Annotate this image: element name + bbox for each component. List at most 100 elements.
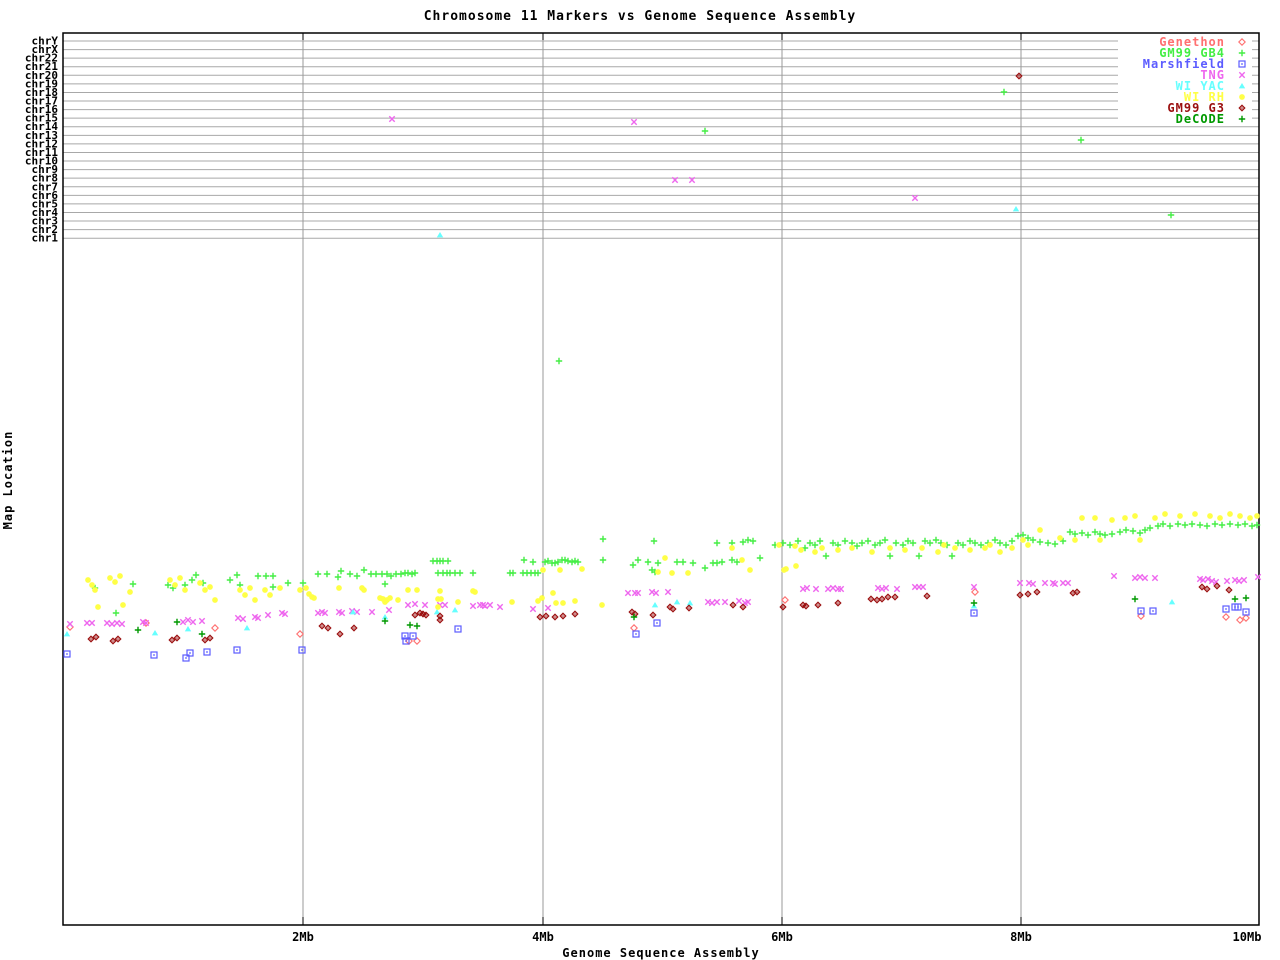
point-dot (1245, 611, 1247, 613)
data-point (1242, 614, 1250, 622)
data-point (455, 599, 461, 605)
point-dot (1228, 589, 1230, 591)
data-point (1188, 520, 1196, 528)
point-dot (425, 614, 427, 616)
point-dot (887, 596, 889, 598)
data-point (952, 545, 958, 551)
data-point (794, 537, 802, 545)
point-dot (1076, 591, 1078, 593)
data-point (167, 577, 173, 583)
data-point (812, 549, 818, 555)
data-point (395, 597, 401, 603)
data-point (129, 580, 137, 588)
data-point (134, 626, 142, 634)
data-point (1242, 594, 1250, 602)
data-point (892, 539, 900, 547)
data-point (1012, 206, 1020, 212)
data-point (1226, 520, 1234, 528)
data-point (669, 570, 675, 576)
data-point (277, 585, 283, 591)
point-dot (1201, 586, 1203, 588)
data-point (1238, 115, 1246, 122)
legend-label: DeCODE (1175, 111, 1225, 126)
data-point (197, 580, 203, 586)
data-point (252, 597, 258, 603)
x-tick-label: 4Mb (532, 930, 554, 944)
data-point (824, 585, 832, 593)
point-dot (185, 657, 187, 659)
data-point (574, 558, 582, 566)
data-point (337, 567, 345, 575)
data-point (919, 545, 925, 551)
data-point (654, 559, 662, 567)
data-point (1008, 537, 1016, 545)
data-point (540, 567, 546, 573)
x-tick-label: 2Mb (292, 930, 314, 944)
point-dot (1241, 62, 1243, 65)
data-point (858, 539, 866, 547)
data-point (1131, 574, 1139, 582)
data-point (441, 601, 449, 609)
data-point (234, 614, 242, 622)
point-dot (153, 654, 155, 656)
data-point (1222, 613, 1230, 621)
data-point (92, 587, 98, 593)
data-point (634, 556, 642, 564)
series-tng (66, 115, 1262, 628)
data-point (550, 590, 556, 596)
data-point (509, 599, 515, 605)
point-dot (236, 649, 238, 651)
point-dot (1152, 610, 1154, 612)
data-point (869, 549, 875, 555)
data-point (970, 599, 978, 607)
data-point (996, 539, 1004, 547)
data-point (360, 566, 368, 574)
data-point (436, 232, 444, 238)
data-point (303, 585, 309, 591)
data-point (284, 579, 292, 587)
point-dot (206, 651, 208, 653)
data-point (262, 587, 268, 593)
data-point (1108, 530, 1116, 538)
data-point (269, 583, 277, 591)
data-point (572, 598, 578, 604)
data-point (1218, 521, 1226, 529)
data-point (85, 577, 91, 583)
data-point (1235, 577, 1243, 585)
data-point (971, 588, 979, 596)
data-point (1116, 528, 1124, 536)
scatter-plot: chrYchrXchr22chr21chr20chr19chr18chr17ch… (25, 32, 1262, 944)
data-point (405, 587, 411, 593)
data-point (932, 536, 940, 544)
data-point (713, 598, 721, 606)
data-point (189, 618, 197, 626)
data-point (1101, 531, 1109, 539)
legend-marker-icon (1238, 115, 1246, 122)
data-point (568, 558, 576, 566)
point-dot (782, 606, 784, 608)
series-genethon (66, 588, 1250, 645)
chromosome-label: chr1 (32, 232, 59, 245)
data-point (1051, 540, 1059, 548)
data-point (269, 572, 277, 580)
data-point (689, 559, 697, 567)
data-point (1137, 537, 1143, 543)
data-point (781, 567, 787, 573)
point-dot (90, 638, 92, 640)
data-point (630, 624, 638, 632)
point-dot (805, 605, 807, 607)
point-dot (562, 615, 564, 617)
data-point (529, 605, 537, 613)
data-point (882, 584, 890, 592)
data-point (835, 547, 841, 553)
data-point (1181, 521, 1189, 529)
point-dot (176, 637, 178, 639)
data-point (1136, 573, 1144, 581)
data-point (1016, 579, 1024, 587)
data-point (1227, 511, 1233, 517)
data-point (239, 615, 247, 623)
data-point (387, 595, 393, 601)
data-point (624, 589, 632, 597)
data-point (1029, 580, 1037, 588)
data-point (182, 587, 188, 593)
